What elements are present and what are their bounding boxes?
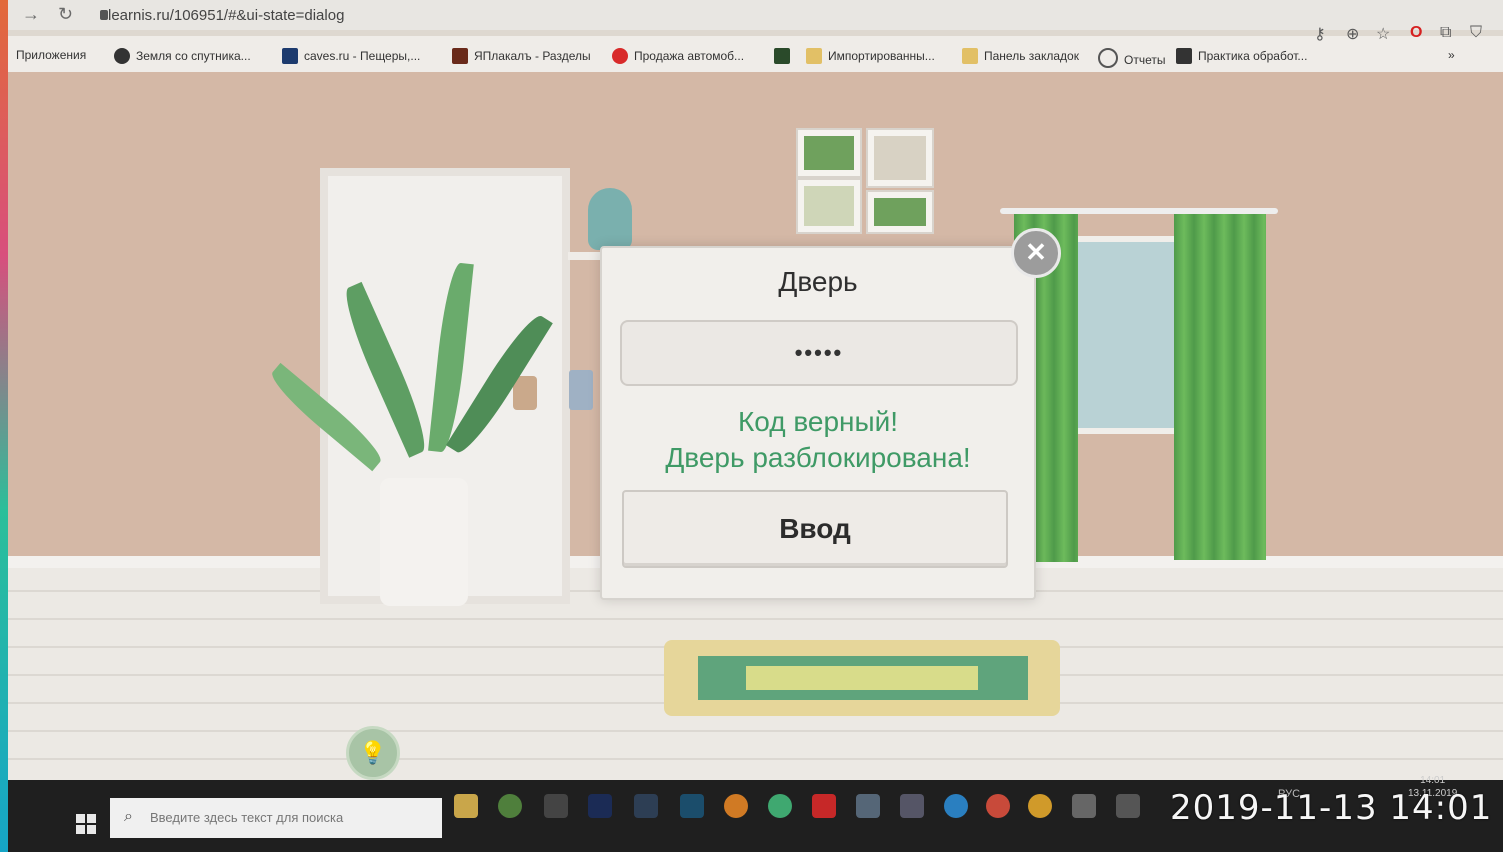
floor-rug-center	[746, 666, 978, 690]
door-keypad[interactable]	[569, 370, 593, 410]
site-icon	[774, 48, 790, 64]
bookmark-practice[interactable]: Практика обработ...	[1176, 48, 1307, 64]
windows-start-icon[interactable]	[76, 814, 96, 834]
caves-icon	[282, 48, 298, 64]
picture-frame[interactable]	[866, 190, 934, 234]
bookmarks-bar: Приложения Земля со спутника... caves.ru…	[8, 36, 1503, 76]
bookmark-bar-folder[interactable]: Панель закладок	[962, 48, 1079, 64]
dialog-title: Дверь	[778, 266, 858, 297]
extension-icon[interactable]: ⧉	[1440, 24, 1451, 42]
lock-icon	[100, 10, 108, 20]
code-input[interactable]: •••••	[620, 320, 1018, 386]
reload-icon[interactable]: ↻	[58, 4, 73, 25]
address-field[interactable]: learnis.ru/106951/#&ui-state=dialog	[108, 7, 344, 24]
taskbar-search-box[interactable]: ⌕ Введите здесь текст для поиска	[110, 798, 442, 838]
picture-frame[interactable]	[796, 128, 862, 178]
globe-icon	[114, 48, 130, 64]
app-icon[interactable]	[1072, 794, 1096, 818]
photo-timestamp: 2019-11-13 14:01	[1170, 788, 1493, 828]
shield-icon[interactable]: ⛉	[1470, 24, 1482, 42]
folder-icon	[962, 48, 978, 64]
forward-icon[interactable]: →	[22, 4, 40, 25]
plant-pot[interactable]	[380, 478, 468, 606]
app-icon[interactable]	[856, 794, 880, 818]
zoom-icon[interactable]: ⊕	[1346, 24, 1359, 44]
photoshop-icon[interactable]	[588, 794, 612, 818]
bookmark-imported[interactable]: Импортированны...	[806, 48, 935, 64]
bookmark-unknown[interactable]	[774, 48, 796, 64]
picture-frame[interactable]	[796, 178, 862, 234]
bookmark-caves[interactable]: caves.ru - Пещеры,...	[282, 48, 420, 64]
flash-icon[interactable]	[812, 794, 836, 818]
door-code-dialog: Дверь ••••• Код верный! Дверь разблокиро…	[600, 246, 1036, 600]
success-line-2: Дверь разблокирована!	[665, 442, 971, 473]
bookmark-yaplakal[interactable]: ЯПлакалъ - Разделы	[452, 48, 591, 64]
search-icon: ⌕	[124, 808, 133, 825]
bookmark-reports[interactable]: Отчеты	[1098, 48, 1165, 68]
app-icon[interactable]	[680, 794, 704, 818]
practice-icon	[1176, 48, 1192, 64]
matryoshka-doll[interactable]	[588, 188, 632, 250]
steam-icon[interactable]	[634, 794, 658, 818]
close-icon[interactable]: ✕	[1011, 228, 1061, 278]
bookmark-earth[interactable]: Земля со спутника...	[114, 48, 251, 64]
star-icon[interactable]: ☆	[1376, 24, 1390, 44]
app-icon[interactable]	[944, 794, 968, 818]
photo-left-edge	[0, 0, 8, 852]
clock-time: 14:01	[1420, 775, 1446, 786]
hint-lightbulb-icon[interactable]: 💡	[346, 726, 400, 780]
enter-button[interactable]: Ввод	[622, 490, 1008, 568]
file-explorer-icon[interactable]	[454, 794, 478, 818]
chrome-icon[interactable]	[498, 794, 522, 818]
app-icon[interactable]	[900, 794, 924, 818]
app-icon[interactable]	[724, 794, 748, 818]
success-line-1: Код верный!	[737, 406, 899, 437]
picture-frame[interactable]	[866, 128, 934, 188]
app-icon[interactable]	[1116, 794, 1140, 818]
app-icon[interactable]	[986, 794, 1010, 818]
browser-url-bar: → ↻ learnis.ru/106951/#&ui-state=dialog	[8, 0, 1503, 30]
reports-icon	[1098, 48, 1118, 68]
curtain-right[interactable]	[1174, 214, 1266, 560]
folder-icon	[806, 48, 822, 64]
yaplakal-icon	[452, 48, 468, 64]
bookmark-apps[interactable]: Приложения	[16, 48, 86, 62]
bookmark-car-sale[interactable]: Продажа автомоб...	[612, 48, 744, 64]
nxt-icon[interactable]	[544, 794, 568, 818]
opera-icon[interactable]: O	[1410, 24, 1422, 42]
key-icon[interactable]: ⚷	[1314, 24, 1326, 44]
success-message: Код верный! Дверь разблокирована!	[602, 404, 1034, 476]
app-icon[interactable]	[1028, 794, 1052, 818]
search-placeholder: Введите здесь текст для поиска	[150, 810, 344, 825]
monitor-screen: → ↻ learnis.ru/106951/#&ui-state=dialog …	[8, 0, 1503, 852]
bookmarks-overflow-icon[interactable]: »	[1448, 48, 1455, 62]
car-sale-icon	[612, 48, 628, 64]
app-icon[interactable]	[768, 794, 792, 818]
